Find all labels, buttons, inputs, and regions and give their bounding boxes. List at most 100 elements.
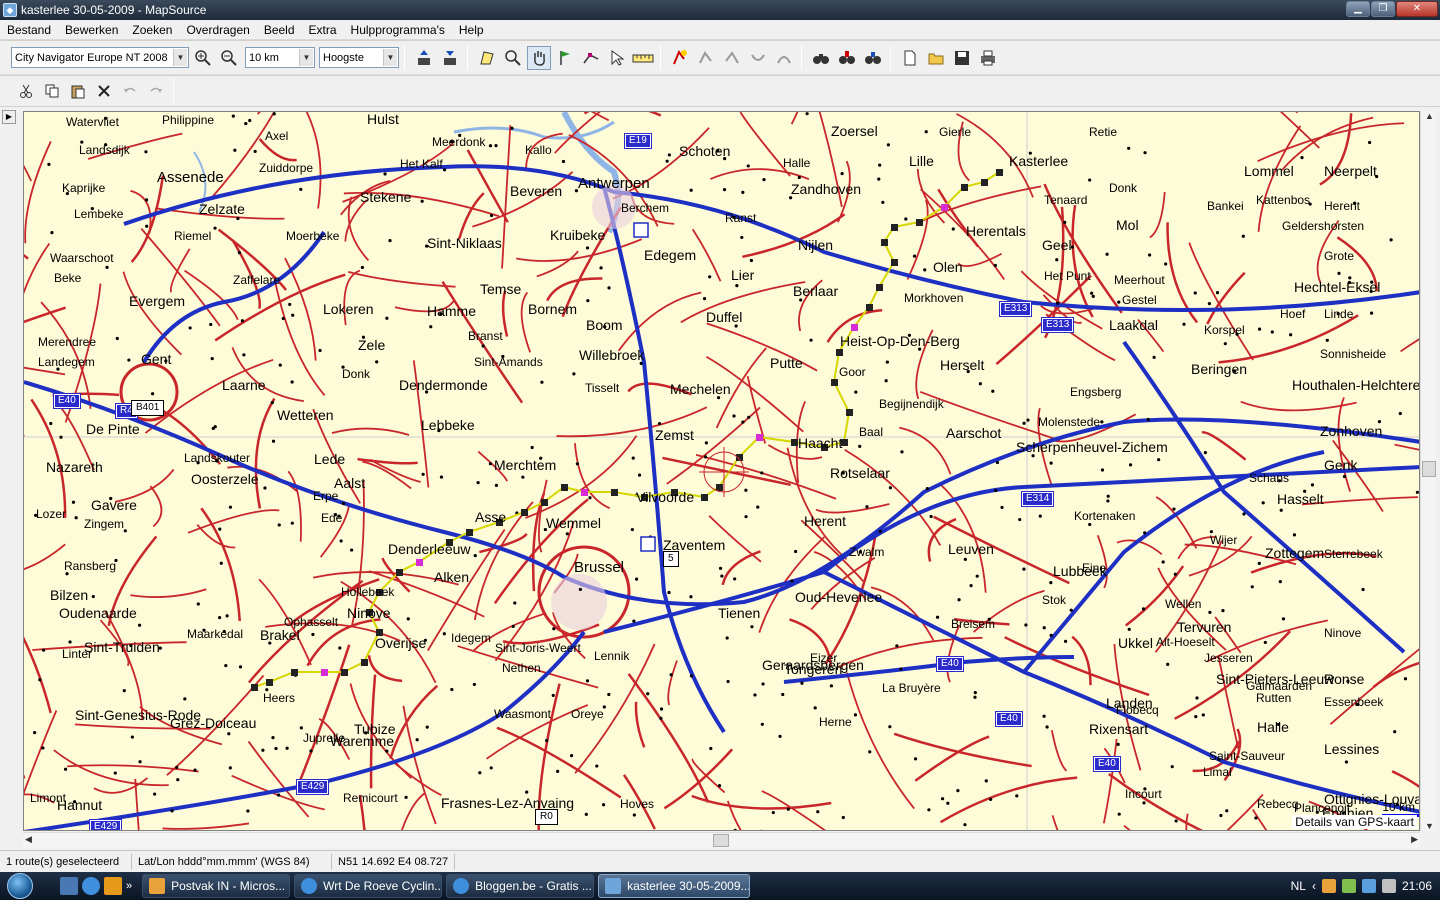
tray-expand-icon[interactable]: ‹	[1312, 879, 1316, 893]
undo-button[interactable]	[118, 79, 142, 103]
place-label: Bilzen	[50, 587, 89, 603]
map-point	[717, 783, 722, 788]
internet-explorer-icon[interactable]	[82, 877, 100, 895]
road	[899, 426, 952, 475]
scroll-up-icon[interactable]: ▲	[1425, 111, 1434, 121]
clock[interactable]: 21:06	[1402, 879, 1432, 893]
minimize-button[interactable]: ▁	[1346, 1, 1370, 17]
receive-from-device-button[interactable]	[412, 46, 436, 70]
delete-button[interactable]	[92, 79, 116, 103]
find-address-button[interactable]	[861, 46, 885, 70]
zoom-tool[interactable]	[501, 46, 525, 70]
map-point	[963, 557, 967, 561]
map-point	[153, 792, 157, 796]
place-label: Scherpenheuvel-Zichem	[1016, 439, 1168, 455]
place-label: Brakel	[260, 627, 300, 643]
new-file-button[interactable]	[898, 46, 922, 70]
zoom-out-button[interactable]	[217, 46, 241, 70]
place-label: Begijnendijk	[879, 397, 944, 411]
find-button[interactable]	[809, 46, 833, 70]
map-point	[735, 284, 739, 288]
new-track-button[interactable]	[668, 46, 692, 70]
start-button[interactable]	[0, 872, 40, 900]
menu-beeld[interactable]: Beeld	[257, 20, 302, 40]
place-label: Herselt	[940, 357, 985, 373]
show-desktop-icon[interactable]	[60, 877, 78, 895]
vertical-scrollbar[interactable]: ▲ ▼	[1420, 111, 1436, 831]
map-point	[545, 738, 549, 743]
menu-extra[interactable]: Extra	[302, 20, 344, 40]
tray-app-icon[interactable]	[1321, 879, 1336, 893]
map-point	[575, 462, 579, 466]
scroll-right-icon[interactable]: ▶	[1411, 834, 1418, 845]
menu-hulpprogrammas[interactable]: Hulpprogramma's	[344, 20, 452, 40]
menu-zoeken[interactable]: Zoeken	[125, 20, 179, 40]
horizontal-scrollbar[interactable]: ◀ ▶	[23, 832, 1420, 848]
map-point	[1090, 291, 1094, 295]
menu-overdragen[interactable]: Overdragen	[179, 20, 256, 40]
map-point	[309, 749, 313, 753]
find-nearby-button[interactable]	[835, 46, 859, 70]
paste-button[interactable]	[66, 79, 90, 103]
road	[1217, 655, 1240, 749]
scroll-left-icon[interactable]: ◀	[25, 834, 32, 845]
open-file-button[interactable]	[924, 46, 948, 70]
copy-button[interactable]	[40, 79, 64, 103]
tray-volume-icon[interactable]	[1381, 879, 1396, 893]
cut-button[interactable]	[14, 79, 38, 103]
send-to-device-button[interactable]	[438, 46, 462, 70]
tray-app-icon[interactable]	[1341, 879, 1356, 893]
place-label: Lozer	[36, 507, 67, 521]
place-label: Tenaard	[1044, 193, 1088, 207]
map-scale: 10 km	[1382, 800, 1419, 817]
map-point	[877, 177, 881, 181]
menu-bestand[interactable]: Bestand	[0, 20, 58, 40]
route-tool[interactable]	[579, 46, 603, 70]
track-disabled-1[interactable]	[694, 46, 718, 70]
place-label: Landsdijk	[79, 143, 130, 157]
expand-sidebar-icon[interactable]: ▶	[2, 110, 16, 124]
zoom-in-button[interactable]	[191, 46, 215, 70]
pan-tool[interactable]	[527, 45, 551, 70]
menu-help[interactable]: Help	[452, 20, 491, 40]
track-disabled-2[interactable]	[720, 46, 744, 70]
road	[466, 149, 509, 223]
zoom-scale-select[interactable]: 10 km ▼	[245, 47, 315, 68]
media-player-icon[interactable]	[104, 877, 122, 895]
menu-bewerken[interactable]: Bewerken	[58, 20, 125, 40]
map-point	[228, 766, 232, 770]
map-point	[991, 389, 995, 393]
scroll-down-icon[interactable]: ▼	[1425, 821, 1434, 831]
road	[710, 168, 810, 180]
redo-button[interactable]	[144, 79, 168, 103]
track-disabled-4[interactable]	[772, 46, 796, 70]
map-canvas[interactable]: Watervliet Philippine Hulst Axel Meerdonk Kal…	[23, 111, 1420, 831]
detail-level-select[interactable]: Hoogste ▼	[319, 47, 399, 68]
map-point	[1069, 608, 1073, 612]
map-select-tool[interactable]	[475, 46, 499, 70]
task-mapsource[interactable]: kasterlee 30-05-2009...	[598, 874, 751, 898]
tray-network-icon[interactable]	[1361, 879, 1376, 893]
print-button[interactable]	[976, 46, 1000, 70]
place-label: Berchem	[621, 201, 670, 215]
task-browser-2[interactable]: Bloggen.be - Gratis ...	[446, 874, 595, 898]
map-point	[338, 646, 342, 650]
track-disabled-3[interactable]	[746, 46, 770, 70]
waypoint-tool[interactable]	[553, 46, 577, 70]
task-browser-1[interactable]: Wrt De Roeve Cyclin...	[294, 874, 443, 898]
map-point	[702, 297, 707, 301]
close-button[interactable]: ✕	[1396, 1, 1438, 17]
task-outlook[interactable]: Postvak IN - Micros...	[142, 874, 291, 898]
map-point	[1105, 252, 1109, 256]
place-label: Merchtem	[494, 457, 557, 473]
distance-tool[interactable]	[631, 46, 655, 70]
restore-button[interactable]: ❐	[1371, 1, 1395, 17]
vertical-scroll-thumb[interactable]	[1422, 461, 1436, 477]
selection-tool[interactable]	[605, 46, 629, 70]
map-product-select[interactable]: City Navigator Europe NT 2008 ▼	[11, 47, 189, 68]
language-indicator[interactable]: NL	[1291, 879, 1306, 893]
quick-launch-more-icon[interactable]: »	[126, 880, 132, 892]
save-file-button[interactable]	[950, 46, 974, 70]
map-point	[993, 263, 997, 268]
horizontal-scroll-thumb[interactable]	[713, 834, 729, 847]
